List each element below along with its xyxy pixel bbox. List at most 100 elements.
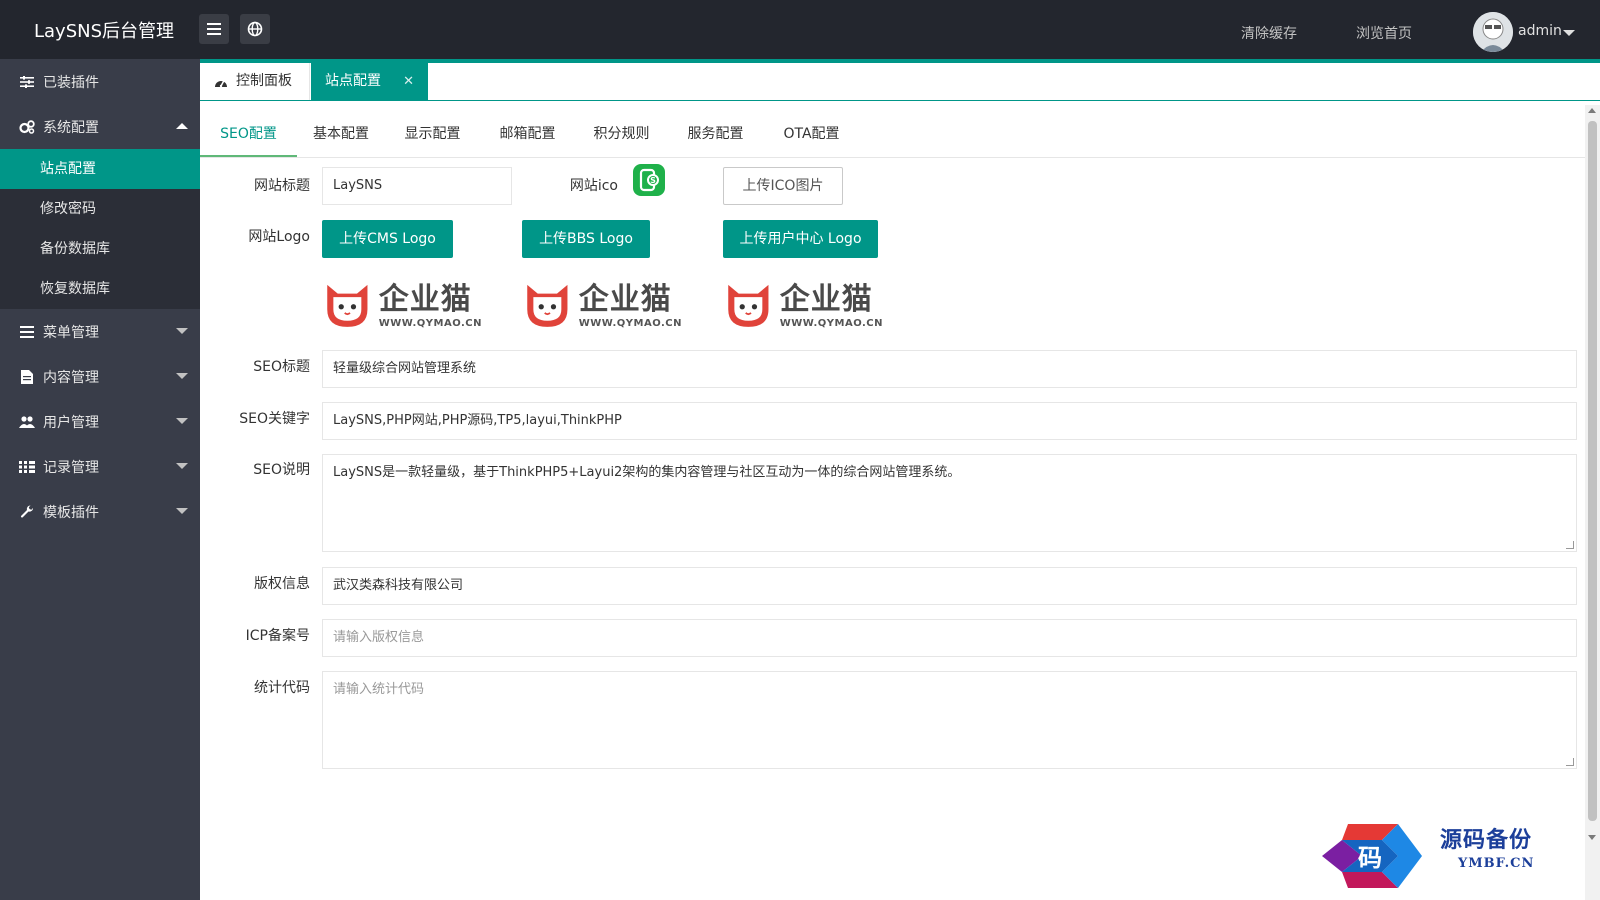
sidebar-item-menu-management[interactable]: 菜单管理 <box>0 309 200 354</box>
site-logo-label: 网站Logo <box>248 229 310 245</box>
sidebar-item-installed-plugins[interactable]: 已装插件 <box>0 59 200 104</box>
stats-code-placeholder: 请输入统计代码 <box>333 682 425 697</box>
seo-description-text: LaySNS是一款轻量级，基于ThinkPHP5+Layui2架构的集内容管理与… <box>333 465 961 480</box>
main-content: SEO配置 基本配置 显示配置 邮箱配置 积分规则 服务配置 OTA配置 网站标… <box>200 101 1585 900</box>
sidebar-subitem-change-password[interactable]: 修改密码 <box>0 189 200 229</box>
cms-logo-preview: 企业猫 WWW.QYMAO.CN <box>322 274 482 336</box>
upload-bbs-logo-button[interactable]: 上传BBS Logo <box>522 220 650 258</box>
logo-url-text: WWW.QYMAO.CN <box>378 317 482 329</box>
sidebar-item-label: 用户管理 <box>43 414 99 431</box>
close-icon[interactable]: ✕ <box>403 63 414 100</box>
globe-button[interactable] <box>240 14 270 44</box>
logo-brand-text: 企业猫 <box>779 281 873 317</box>
site-title-input[interactable]: LaySNS <box>322 167 512 205</box>
tab-basic-config[interactable]: 基本配置 <box>297 111 385 157</box>
sidebar-item-system-config[interactable]: 系统配置 <box>0 104 200 149</box>
user-dropdown-caret-icon[interactable] <box>1563 30 1575 36</box>
resize-grip-icon[interactable] <box>1566 541 1574 549</box>
tab-site-config[interactable]: 站点配置 ✕ <box>311 63 428 100</box>
sidebar-item-label: 模板插件 <box>43 504 99 521</box>
clear-cache-link[interactable]: 清除缓存 <box>1241 23 1297 43</box>
watermark-badge-char: 码 <box>1358 843 1382 872</box>
resize-grip-icon[interactable] <box>1566 758 1574 766</box>
cat-logo-icon <box>327 284 368 327</box>
sidebar-item-template-plugins[interactable]: 模板插件 <box>0 489 200 534</box>
site-ico-preview: S <box>633 164 665 196</box>
wechat-phone-icon: S <box>639 168 659 192</box>
sidebar-subitem-backup-db[interactable]: 备份数据库 <box>0 229 200 269</box>
tab-ota-config[interactable]: OTA配置 <box>763 111 860 157</box>
sidebar-subitem-site-config[interactable]: 站点配置 <box>0 149 200 189</box>
menu-toggle-button[interactable] <box>199 14 229 44</box>
upload-user-center-logo-button[interactable]: 上传用户中心 Logo <box>723 220 878 258</box>
cat-logo-icon <box>728 284 769 327</box>
seo-keywords-input[interactable]: LaySNS,PHP网站,PHP源码,TP5,layui,ThinkPHP <box>322 402 1577 440</box>
watermark-url: YMBF.CN <box>1458 856 1535 871</box>
tab-service-config[interactable]: 服务配置 <box>668 111 763 157</box>
file-icon <box>19 369 35 385</box>
scroll-down-arrow-icon[interactable] <box>1588 835 1596 840</box>
watermark-name: 源码备份 <box>1440 827 1533 853</box>
tab-seo-config[interactable]: SEO配置 <box>200 111 297 157</box>
sliders-icon <box>19 74 35 90</box>
caret-up-icon <box>176 123 188 129</box>
svg-text:S: S <box>650 176 656 185</box>
tab-label: 站点配置 <box>325 73 381 89</box>
caret-down-icon <box>176 373 188 379</box>
stats-code-label: 统计代码 <box>254 680 310 696</box>
cogs-icon <box>19 119 35 135</box>
cat-logo-icon <box>527 284 568 327</box>
logo-url-text: WWW.QYMAO.CN <box>779 317 883 329</box>
scroll-up-arrow-icon[interactable] <box>1588 108 1596 113</box>
sidebar-item-record-management[interactable]: 记录管理 <box>0 444 200 489</box>
seo-keywords-label: SEO关键字 <box>239 411 310 427</box>
brand-title: LaySNS后台管理 <box>34 21 175 42</box>
list-icon <box>19 324 35 340</box>
sidebar: 已装插件 系统配置 站点配置 修改密码 备份数据库 恢复数据库 菜单管理 内容管… <box>0 59 200 900</box>
bbs-logo-preview: 企业猫 WWW.QYMAO.CN <box>522 274 682 336</box>
caret-down-icon <box>176 508 188 514</box>
stats-code-textarea[interactable]: 请输入统计代码 <box>322 671 1577 769</box>
globe-icon <box>247 21 263 37</box>
seo-title-label: SEO标题 <box>253 359 310 375</box>
users-icon <box>19 414 35 430</box>
sidebar-item-label: 菜单管理 <box>43 324 99 341</box>
username-label[interactable]: admin <box>1518 23 1562 39</box>
caret-down-icon <box>176 328 188 334</box>
copyright-input[interactable]: 武汉类森科技有限公司 <box>322 567 1577 605</box>
scroll-thumb[interactable] <box>1588 121 1597 821</box>
seo-description-label: SEO说明 <box>253 462 310 478</box>
sidebar-item-content-management[interactable]: 内容管理 <box>0 354 200 399</box>
copyright-label: 版权信息 <box>254 576 310 592</box>
wrench-icon <box>19 504 35 520</box>
upload-ico-button[interactable]: 上传ICO图片 <box>723 167 843 205</box>
tab-label: 控制面板 <box>236 73 292 89</box>
grid-list-icon <box>19 459 35 475</box>
sidebar-submenu: 站点配置 修改密码 备份数据库 恢复数据库 <box>0 149 200 309</box>
watermark: 码 源码备份 YMBF.CN <box>1318 820 1578 892</box>
content-scrollbar[interactable] <box>1585 105 1600 900</box>
sidebar-subitem-restore-db[interactable]: 恢复数据库 <box>0 269 200 309</box>
logo-brand-text: 企业猫 <box>578 281 672 317</box>
site-ico-label: 网站ico <box>569 178 618 194</box>
tab-display-config[interactable]: 显示配置 <box>385 111 480 157</box>
page-tab-bar: 控制面板 站点配置 ✕ <box>200 59 1600 101</box>
browse-home-link[interactable]: 浏览首页 <box>1356 23 1412 43</box>
sidebar-item-label: 记录管理 <box>43 459 99 476</box>
sidebar-item-user-management[interactable]: 用户管理 <box>0 399 200 444</box>
upload-cms-logo-button[interactable]: 上传CMS Logo <box>322 220 453 258</box>
seo-title-input[interactable]: 轻量级综合网站管理系统 <box>322 350 1577 388</box>
user-avatar-icon <box>1473 12 1513 52</box>
tab-points-rules[interactable]: 积分规则 <box>575 111 668 157</box>
seo-description-textarea[interactable]: LaySNS是一款轻量级，基于ThinkPHP5+Layui2架构的集内容管理与… <box>322 454 1577 552</box>
site-title-label: 网站标题 <box>254 178 310 194</box>
tab-dashboard[interactable]: 控制面板 <box>200 63 310 100</box>
user-center-logo-preview: 企业猫 WWW.QYMAO.CN <box>723 274 883 336</box>
logo-url-text: WWW.QYMAO.CN <box>578 317 682 329</box>
icp-label: ICP备案号 <box>245 628 310 644</box>
tab-mail-config[interactable]: 邮箱配置 <box>480 111 575 157</box>
avatar[interactable] <box>1473 12 1513 52</box>
sidebar-item-label: 内容管理 <box>43 369 99 386</box>
dashboard-icon <box>215 79 227 87</box>
icp-input[interactable]: 请输入版权信息 <box>322 619 1577 657</box>
